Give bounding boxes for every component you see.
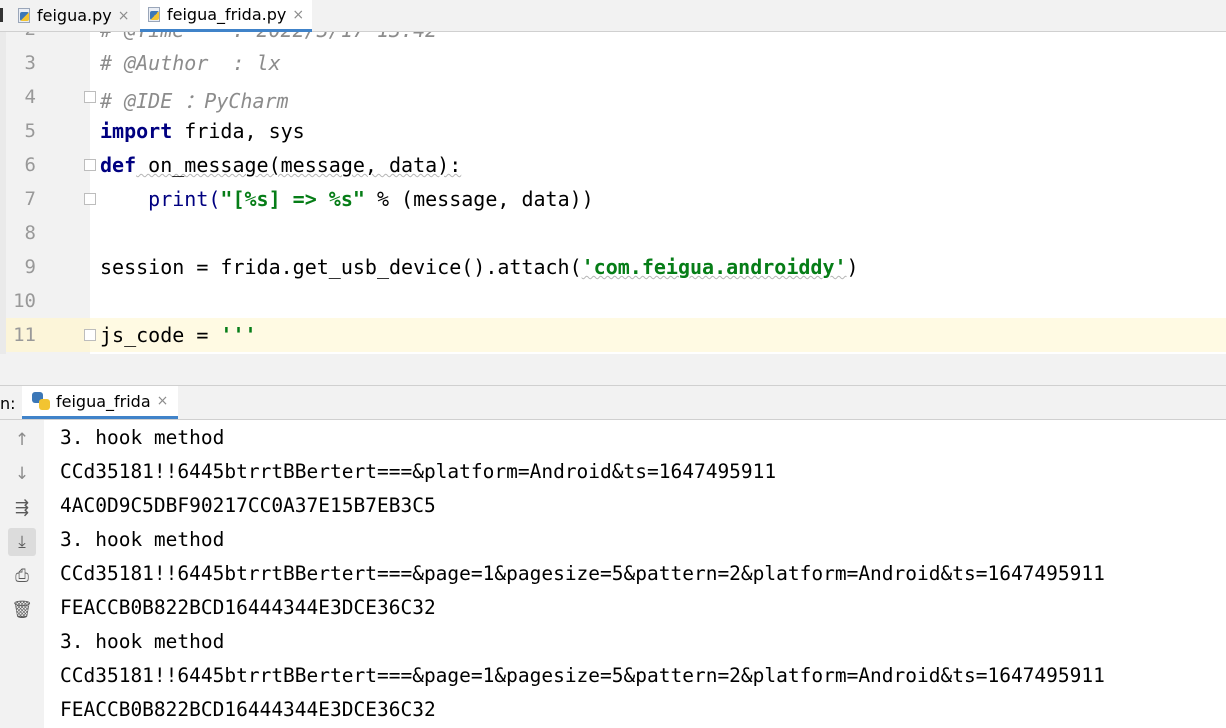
run-tab-feigua-frida[interactable]: feigua_frida × — [22, 386, 179, 419]
console-line: CCd35181!!6445btrrtBBertert===&platform=… — [60, 460, 777, 483]
soft-wrap-icon[interactable]: ⇶ — [8, 494, 36, 522]
line-number: 9 — [24, 256, 36, 278]
tab-label: feigua_frida.py — [167, 5, 287, 24]
scroll-to-end-icon[interactable]: ⤓ — [8, 528, 36, 556]
code-line: # @Author : lx — [100, 51, 281, 75]
panel-splitter[interactable] — [0, 354, 1226, 386]
string-literal: 'com.feigua.androiddy' — [581, 255, 847, 279]
line-number: 7 — [24, 188, 36, 210]
print-icon[interactable]: ⎙ — [8, 562, 36, 590]
close-tab-icon[interactable]: × — [292, 7, 304, 23]
code-line: js_code = ''' — [100, 323, 257, 347]
code-line: # @Time : 2022/3/17 13:42 — [100, 32, 437, 42]
fold-marker-icon[interactable] — [84, 159, 96, 171]
up-arrow-icon[interactable]: ↑ — [8, 426, 36, 454]
line-number: 11 — [13, 324, 36, 346]
fold-marker-icon[interactable] — [84, 329, 96, 341]
builtin-print: print( — [148, 187, 221, 211]
function-name: on_message — [136, 153, 269, 177]
code-text: (message, data): — [268, 153, 462, 177]
close-tab-icon[interactable]: × — [118, 8, 130, 24]
line-number: 8 — [24, 222, 36, 244]
keyword: import — [100, 119, 173, 143]
console-output[interactable]: 3. hook method CCd35181!!6445btrrtBBerte… — [60, 420, 1226, 728]
code-line: import frida, sys — [100, 119, 305, 143]
run-label: n: — [0, 394, 16, 413]
code-text: % (message, data)) — [364, 187, 594, 211]
console-line: CCd35181!!6445btrrtBBertert===&page=1&pa… — [60, 664, 1105, 687]
code-line: session = frida.get_usb_device().attach(… — [100, 255, 859, 279]
console-line: 4AC0D9C5DBF90217CC0A37E15B7EB3C5 — [60, 494, 436, 517]
console-line: FEACCB0B822BCD16444344E3DCE36C32 — [60, 596, 436, 619]
code-text: frida, sys — [172, 119, 305, 143]
line-number: 2 — [0, 32, 36, 40]
run-tool-window-header: n: feigua_frida × — [0, 386, 1226, 420]
line-number: 5 — [24, 120, 36, 142]
current-line-highlight — [90, 318, 1226, 352]
code-line: # @IDE ：PyCharm — [100, 89, 289, 113]
code-text: js_code = — [100, 323, 221, 347]
python-file-icon — [18, 7, 32, 24]
tab-bar-edge — [0, 8, 3, 22]
run-tab-label: feigua_frida — [56, 391, 151, 411]
python-file-icon — [148, 6, 162, 23]
console-line: 3. hook method — [60, 528, 225, 551]
console-line: 3. hook method — [60, 426, 225, 449]
code-text: ) — [846, 255, 859, 279]
code-line: def on_message(message, data): — [100, 153, 461, 177]
down-arrow-icon[interactable]: ↓ — [8, 460, 36, 488]
console-line: FEACCB0B822BCD16444344E3DCE36C32 — [60, 698, 436, 721]
line-number: 3 — [24, 52, 36, 74]
run-toolbar: ↑ ↓ ⇶ ⤓ ⎙ 🗑 — [0, 420, 44, 728]
python-logo-icon — [32, 392, 50, 410]
editor-tab-bar: feigua.py × feigua_frida.py × — [0, 0, 1226, 32]
code-editor[interactable]: 2 # @Time : 2022/3/17 13:42 3 # @Author … — [0, 32, 1226, 354]
close-run-tab-icon[interactable]: × — [157, 393, 169, 409]
code-line: print("[%s] => %s" % (message, data)) — [100, 187, 594, 211]
trash-icon[interactable]: 🗑 — [8, 596, 36, 624]
fold-marker-icon[interactable] — [84, 193, 96, 205]
code-text: session = frida.get_usb_device().attach( — [100, 255, 582, 279]
console-line: CCd35181!!6445btrrtBBertert===&page=1&pa… — [60, 562, 1105, 585]
fold-marker-icon[interactable] — [84, 91, 96, 103]
string-literal: "[%s] => %s" — [220, 187, 365, 211]
string-literal: ''' — [220, 323, 257, 347]
tab-label: feigua.py — [37, 6, 112, 25]
line-number: 4 — [24, 86, 36, 108]
tab-feigua-frida-py[interactable]: feigua_frida.py × — [140, 0, 313, 32]
keyword: def — [100, 153, 137, 177]
console-line: 3. hook method — [60, 630, 225, 653]
tab-feigua-py[interactable]: feigua.py × — [18, 0, 129, 31]
line-number: 6 — [24, 154, 36, 176]
line-number: 10 — [13, 290, 36, 312]
